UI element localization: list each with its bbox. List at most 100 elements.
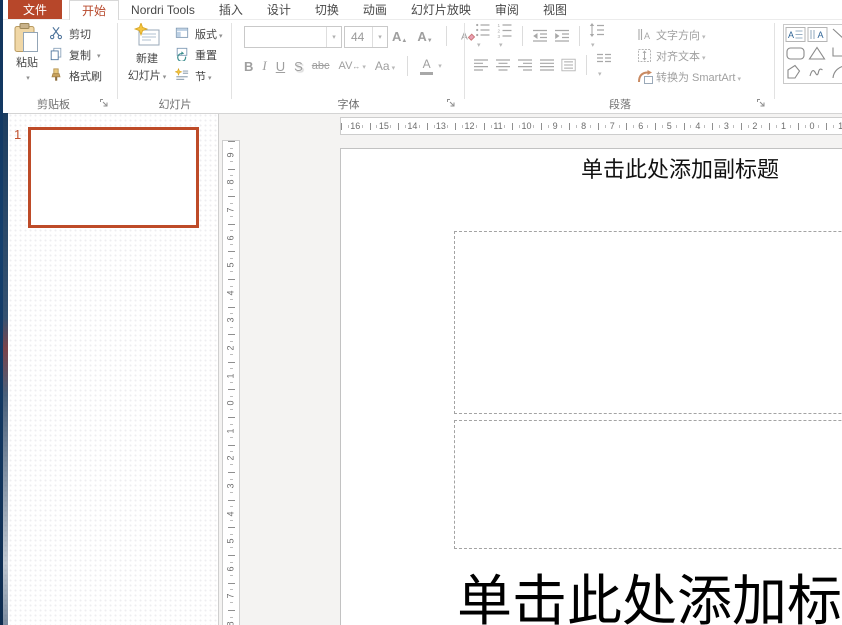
tab-home[interactable]: 开始	[69, 0, 119, 20]
section-icon	[175, 68, 191, 84]
tab-slideshow[interactable]: 幻灯片放映	[399, 0, 483, 19]
tab-design[interactable]: 设计	[255, 0, 303, 19]
change-case-button[interactable]: Aa	[375, 59, 395, 73]
tab-animations[interactable]: 动画	[351, 0, 399, 19]
font-name-combobox[interactable]: ▾	[244, 26, 342, 48]
align-right-button[interactable]	[517, 57, 533, 73]
svg-text:1: 1	[498, 23, 501, 28]
strikethrough-button[interactable]: abc	[312, 60, 330, 72]
ribbon: 粘贴 剪切	[3, 19, 842, 114]
font-size-dropdown-arrow[interactable]: ▾	[372, 27, 387, 47]
slides-group: 新建 幻灯片 版式	[118, 19, 232, 113]
underline-button[interactable]: U	[276, 59, 285, 74]
new-slide-label-line1: 新建	[136, 50, 158, 66]
decrease-indent-button[interactable]	[532, 28, 548, 44]
font-color-button[interactable]: A	[420, 57, 442, 75]
slide-editing-area[interactable]: 单击此处添加标题 单击此处添加副标题	[340, 148, 842, 625]
format-painter-button[interactable]: 格式刷	[49, 66, 102, 86]
divider	[407, 56, 408, 76]
panel-divider[interactable]	[218, 113, 219, 625]
align-center-button[interactable]	[495, 57, 511, 73]
slide-thumbnail-panel[interactable]: 1	[3, 113, 218, 625]
new-slide-icon	[133, 23, 161, 49]
tab-insert[interactable]: 插入	[207, 0, 255, 19]
text-direction-button[interactable]: A 文字方向	[637, 24, 741, 45]
slide-number: 1	[14, 127, 21, 142]
text-shadow-button[interactable]: S	[294, 59, 303, 74]
subtitle-placeholder-text[interactable]: 单击此处添加副标题	[581, 152, 779, 184]
paragraph-dialog-launcher[interactable]	[756, 98, 768, 110]
font-dialog-launcher[interactable]	[446, 98, 458, 110]
format-painter-icon	[49, 68, 65, 84]
svg-text:3: 3	[498, 34, 501, 38]
line-spacing-button[interactable]	[589, 22, 605, 50]
justify-button[interactable]	[539, 57, 555, 73]
columns-button[interactable]	[596, 51, 612, 79]
copy-dropdown[interactable]	[95, 49, 101, 61]
paragraph-group-label: 段落	[465, 96, 775, 112]
clipboard-group: 粘贴 剪切	[3, 19, 118, 113]
paste-button[interactable]: 粘贴	[7, 23, 47, 83]
tab-file[interactable]: 文件	[8, 0, 62, 19]
layout-icon	[175, 26, 191, 42]
bullets-button[interactable]	[475, 22, 491, 50]
paste-label: 粘贴	[16, 54, 38, 70]
slides-group-label: 幻灯片	[118, 96, 232, 112]
scissors-icon	[49, 26, 65, 42]
cut-label: 剪切	[69, 26, 91, 42]
font-name-dropdown-arrow[interactable]: ▾	[326, 27, 341, 47]
clipboard-group-label: 剪贴板	[3, 96, 104, 112]
copy-button[interactable]: 复制	[49, 45, 101, 65]
new-slide-button[interactable]: 新建 幻灯片	[124, 23, 170, 83]
italic-button[interactable]: I	[262, 58, 266, 74]
svg-text:A: A	[644, 31, 650, 41]
reset-icon	[175, 47, 191, 63]
section-button[interactable]: 节	[175, 66, 212, 86]
convert-to-smartart-button[interactable]: 转换为 SmartArt	[637, 66, 741, 87]
tab-review[interactable]: 审阅	[483, 0, 531, 19]
divider	[522, 26, 523, 46]
font-size-combobox[interactable]: 44 ▾	[344, 26, 388, 48]
decrease-font-size-button[interactable]: A▼	[417, 29, 432, 44]
title-placeholder[interactable]	[454, 231, 842, 414]
numbering-button[interactable]: 1 2 3	[497, 22, 513, 50]
copy-label: 复制	[69, 47, 91, 63]
tab-nordri-tools[interactable]: Nordri Tools	[119, 0, 207, 19]
desktop-wallpaper-strip	[3, 113, 8, 625]
ribbon-tab-bar: 文件 开始 Nordri Tools 插入 设计 切换 动画 幻灯片放映 审阅 …	[3, 0, 842, 20]
drawing-group: A A	[775, 19, 842, 113]
title-placeholder-text[interactable]: 单击此处添加标题	[457, 573, 842, 625]
paste-clipboard-icon	[14, 23, 40, 53]
reset-button[interactable]: 重置	[175, 45, 217, 65]
text-direction-label: 文字方向	[656, 27, 706, 43]
powerpoint-window: 文件 开始 Nordri Tools 插入 设计 切换 动画 幻灯片放映 审阅 …	[0, 0, 842, 625]
cut-button[interactable]: 剪切	[49, 24, 91, 44]
vertical-ruler: 987654321012345678	[222, 140, 240, 625]
align-left-button[interactable]	[473, 57, 489, 73]
format-painter-label: 格式刷	[69, 68, 102, 84]
align-text-button[interactable]: 对齐文本	[637, 45, 741, 66]
paragraph-right-column: A 文字方向 对齐文本	[637, 24, 741, 87]
font-format-row: B I U S abc AV↔ Aa A	[244, 55, 442, 77]
copy-icon	[49, 47, 65, 63]
slide-1-thumbnail[interactable]	[28, 127, 199, 228]
tab-transitions[interactable]: 切换	[303, 0, 351, 19]
clipboard-dialog-launcher[interactable]	[99, 98, 111, 110]
shapes-gallery[interactable]: A A	[783, 24, 842, 84]
paragraph-group: 1 2 3	[465, 19, 775, 113]
align-text-label: 对齐文本	[656, 48, 706, 64]
layout-button[interactable]: 版式	[175, 24, 223, 44]
desktop-edge-strip	[0, 0, 3, 625]
layout-label: 版式	[195, 26, 223, 42]
tab-view[interactable]: 视图	[531, 0, 579, 19]
font-size-buttons: A▲ A▼ A	[392, 26, 475, 46]
smartart-label: 转换为 SmartArt	[656, 69, 741, 85]
increase-font-size-button[interactable]: A▲	[392, 29, 407, 44]
reset-label: 重置	[195, 47, 217, 63]
character-spacing-button[interactable]: AV↔	[339, 60, 366, 72]
increase-indent-button[interactable]	[554, 28, 570, 44]
distribute-text-button[interactable]	[561, 57, 577, 73]
bold-button[interactable]: B	[244, 59, 253, 74]
subtitle-placeholder[interactable]	[454, 420, 842, 549]
paste-dropdown[interactable]	[24, 71, 30, 83]
